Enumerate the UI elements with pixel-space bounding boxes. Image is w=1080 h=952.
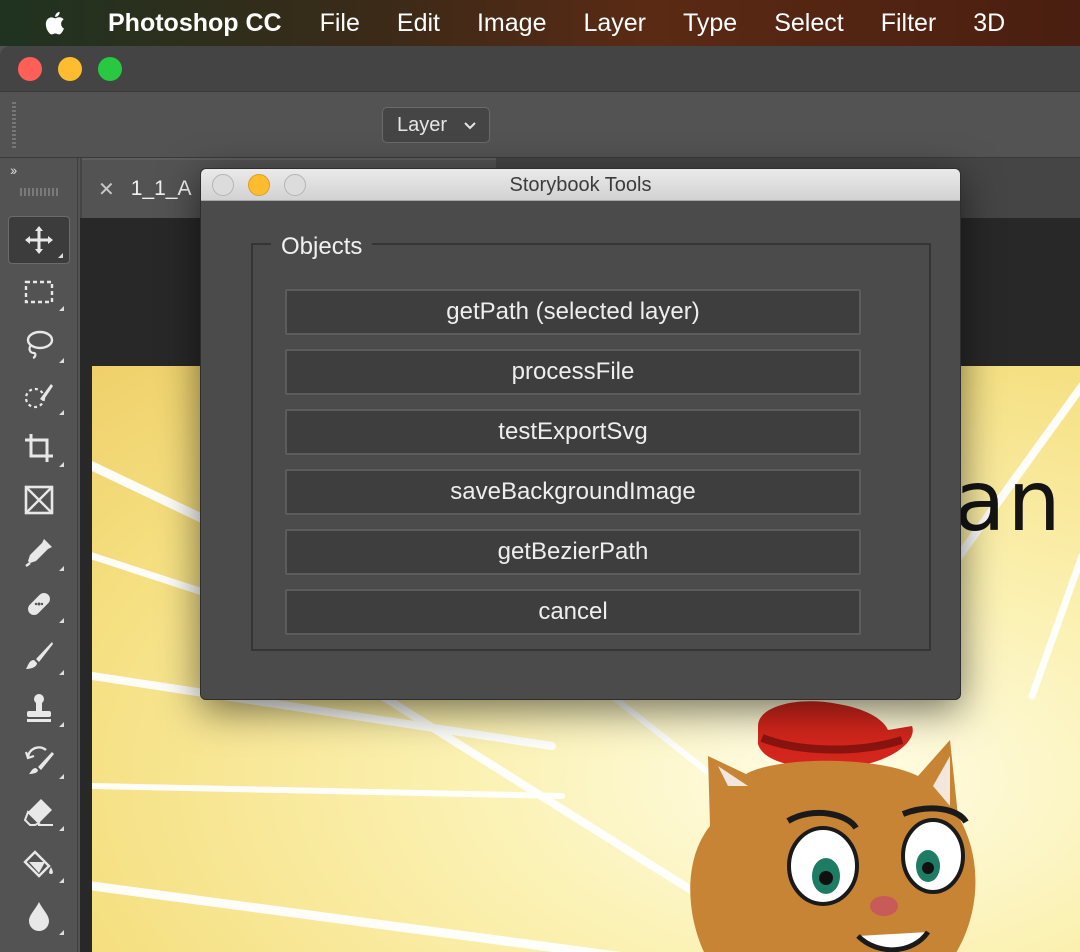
- move-tool-icon[interactable]: [8, 216, 70, 264]
- tools-panel: ››: [0, 158, 78, 952]
- auto-select-target-value: Layer: [397, 113, 448, 136]
- menu-bar: Photoshop CC File Edit Image Layer Type …: [0, 0, 1080, 46]
- lasso-tool-icon[interactable]: [8, 320, 70, 368]
- menu-3d[interactable]: 3D: [973, 9, 1005, 38]
- cancel-button[interactable]: cancel: [285, 589, 861, 635]
- menu-filter[interactable]: Filter: [881, 9, 937, 38]
- window-titlebar: [0, 46, 1080, 92]
- get-bezier-path-button[interactable]: getBezierPath: [285, 529, 861, 575]
- objects-group-label: Objects: [271, 231, 373, 263]
- options-bar-grip[interactable]: [12, 102, 16, 148]
- eraser-tool-icon[interactable]: [8, 788, 70, 836]
- chevron-down-icon: [464, 122, 476, 130]
- close-tab-icon[interactable]: ✕: [98, 177, 115, 202]
- paint-bucket-tool-icon[interactable]: [8, 840, 70, 888]
- menu-select[interactable]: Select: [774, 9, 843, 38]
- get-path-button[interactable]: getPath (selected layer): [285, 289, 861, 335]
- frame-tool-icon[interactable]: [8, 476, 70, 524]
- test-export-svg-button[interactable]: testExportSvg: [285, 409, 861, 455]
- menu-edit[interactable]: Edit: [397, 9, 440, 38]
- menu-image[interactable]: Image: [477, 9, 546, 38]
- clone-stamp-tool-icon[interactable]: [8, 684, 70, 732]
- dialog-title: Storybook Tools: [509, 174, 652, 196]
- brush-tool-icon[interactable]: [8, 632, 70, 680]
- menu-type[interactable]: Type: [683, 9, 737, 38]
- menu-layer[interactable]: Layer: [583, 9, 646, 38]
- dialog-titlebar[interactable]: Storybook Tools: [201, 169, 960, 201]
- artwork-title-text: an: [954, 452, 1063, 550]
- dialog-minimize-button[interactable]: [248, 174, 270, 196]
- crop-tool-icon[interactable]: [8, 424, 70, 472]
- apple-icon[interactable]: [40, 7, 72, 39]
- auto-select-target-dropdown[interactable]: Layer: [382, 107, 490, 143]
- window-maximize-button[interactable]: [98, 57, 122, 81]
- marquee-tool-icon[interactable]: [8, 268, 70, 316]
- dialog-zoom-button[interactable]: [284, 174, 306, 196]
- photoshop-window: Layer ›› ✕ 1_1_A an Storybook Tools Obje…: [0, 46, 1080, 952]
- app-name-menu[interactable]: Photoshop CC: [108, 9, 282, 38]
- healing-brush-tool-icon[interactable]: [8, 580, 70, 628]
- eyedropper-tool-icon[interactable]: [8, 528, 70, 576]
- history-brush-tool-icon[interactable]: [8, 736, 70, 784]
- expand-panel-icon[interactable]: ››: [10, 162, 17, 178]
- process-file-button[interactable]: processFile: [285, 349, 861, 395]
- options-bar: [0, 92, 1080, 158]
- dialog-close-button[interactable]: [212, 174, 234, 196]
- document-tab-title: 1_1_A: [130, 177, 192, 200]
- window-minimize-button[interactable]: [58, 57, 82, 81]
- quick-selection-tool-icon[interactable]: [8, 372, 70, 420]
- tools-panel-grip[interactable]: [20, 188, 58, 196]
- menu-file[interactable]: File: [320, 9, 360, 38]
- storybook-tools-dialog: Storybook Tools Objects getPath (selecte…: [200, 168, 961, 700]
- window-close-button[interactable]: [18, 57, 42, 81]
- blur-tool-icon[interactable]: [8, 892, 70, 940]
- cat-character-illustration: [690, 701, 976, 952]
- save-background-image-button[interactable]: saveBackgroundImage: [285, 469, 861, 515]
